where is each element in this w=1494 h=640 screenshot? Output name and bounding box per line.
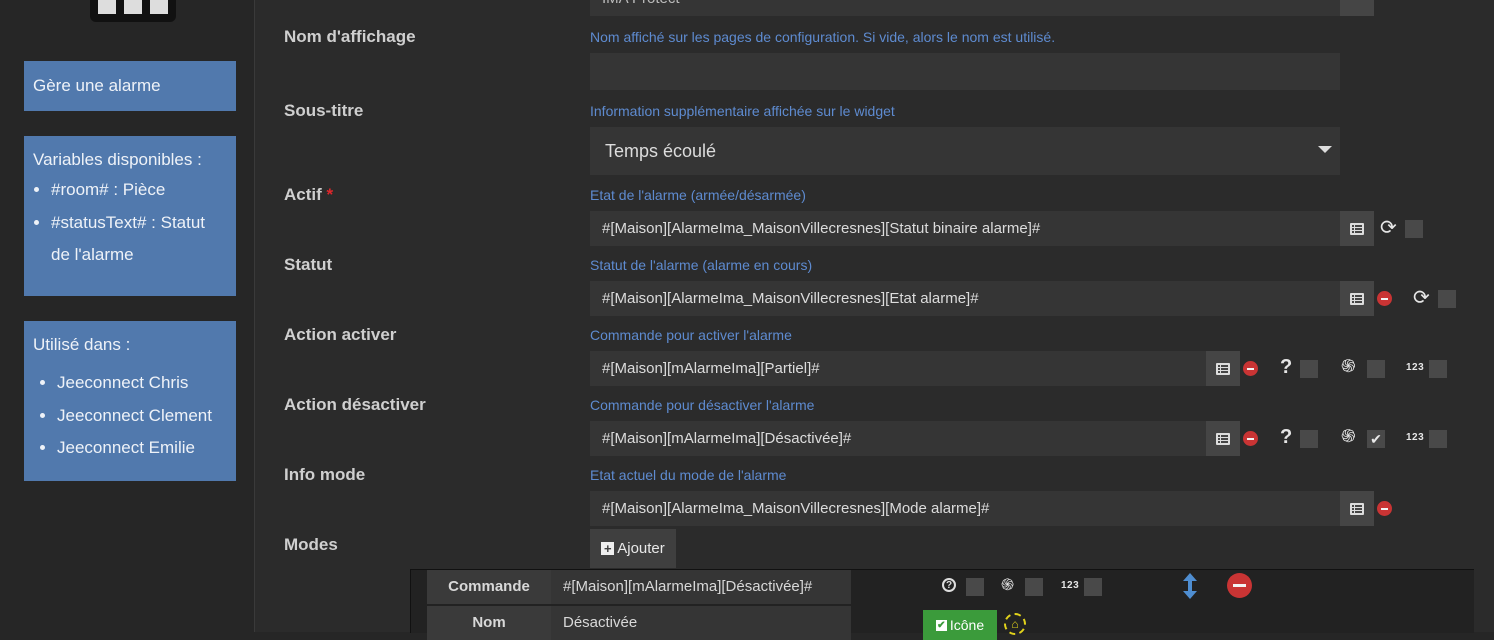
list-icon xyxy=(1350,292,1364,305)
fingerprint-icon: ֍ xyxy=(1341,426,1356,446)
variables-box: Variables disponibles : #room# : Pièce #… xyxy=(24,136,236,296)
action-on-confirm-checkbox[interactable] xyxy=(1300,360,1318,378)
active-label: Actif * xyxy=(284,185,333,205)
info-mode-label: Info mode xyxy=(284,465,366,484)
question-circle-icon: ? xyxy=(942,578,956,592)
mode-name-input[interactable]: Désactivée xyxy=(551,606,851,640)
code-123-icon: 123 xyxy=(1061,580,1080,591)
mode-icon-button-label: Icône xyxy=(949,617,985,633)
status-label: Statut xyxy=(284,255,333,274)
action-off-help: Commande pour désactiver l'alarme xyxy=(590,397,815,413)
check-square-icon: ✔ xyxy=(935,619,947,631)
add-mode-button[interactable]: + Ajouter xyxy=(590,529,676,568)
modes-label: Modes xyxy=(284,535,338,554)
variables-list: #room# : Pièce #statusText# : Statut de … xyxy=(33,174,227,272)
active-command-input[interactable]: #[Maison][AlarmeIma_MaisonVillecresnes][… xyxy=(590,211,1340,246)
name-field[interactable]: IMA Protect xyxy=(590,0,1340,16)
used-in-link[interactable]: Jeeconnect Clement xyxy=(57,400,227,433)
list-icon xyxy=(1216,362,1230,375)
action-on-help: Commande pour activer l'alarme xyxy=(590,327,792,343)
action-on-fingerprint-checkbox[interactable] xyxy=(1367,360,1385,378)
action-off-remove-icon[interactable] xyxy=(1243,431,1258,446)
plus-icon: + xyxy=(601,542,615,555)
code-123-icon: 123 xyxy=(1406,432,1425,443)
description-box: Gère une alarme xyxy=(24,61,236,111)
action-off-confirm-checkbox[interactable] xyxy=(1300,430,1318,448)
action-off-command-input[interactable]: #[Maison][mAlarmeIma][Désactivée]# xyxy=(590,421,1206,456)
display-name-input[interactable] xyxy=(590,53,1340,90)
mode-row: Commande #[Maison][mAlarmeIma][Désactivé… xyxy=(410,569,1474,640)
mode-command-label: Commande xyxy=(427,570,551,604)
status-invert-checkbox[interactable] xyxy=(1438,290,1456,308)
main-panel xyxy=(255,0,1494,632)
subtitle-label: Sous-titre xyxy=(284,101,364,120)
mode-remove-icon[interactable] xyxy=(1227,573,1252,598)
active-label-text: Actif xyxy=(284,185,322,204)
action-on-command-input[interactable]: #[Maison][mAlarmeIma][Partiel]# xyxy=(590,351,1206,386)
info-mode-select-command-button[interactable] xyxy=(1340,491,1374,526)
add-mode-label: Ajouter xyxy=(617,540,665,557)
mode-code-checkbox[interactable] xyxy=(1084,578,1102,596)
info-mode-help: Etat actuel du mode de l'alarme xyxy=(590,467,787,483)
action-on-remove-icon[interactable] xyxy=(1243,361,1258,376)
required-mark: * xyxy=(326,185,334,204)
action-off-code-checkbox[interactable] xyxy=(1429,430,1447,448)
chevron-down-icon[interactable] xyxy=(1318,146,1332,153)
used-in-link[interactable]: Jeeconnect Chris xyxy=(57,367,227,400)
action-off-select-command-button[interactable] xyxy=(1206,421,1240,456)
mode-name-label: Nom xyxy=(427,606,551,640)
fingerprint-icon: ֍ xyxy=(1341,356,1356,376)
action-on-label: Action activer xyxy=(284,325,397,344)
subtitle-help: Information supplémentaire affichée sur … xyxy=(590,103,895,119)
refresh-icon[interactable]: ⟳ xyxy=(1380,218,1397,238)
variables-title: Variables disponibles : xyxy=(33,150,202,169)
code-123-icon: 123 xyxy=(1406,362,1425,373)
used-in-title: Utilisé dans : xyxy=(33,335,131,354)
active-select-command-button[interactable] xyxy=(1340,211,1374,246)
variable-item: #room# : Pièce xyxy=(51,174,227,207)
info-mode-remove-icon[interactable] xyxy=(1377,501,1392,516)
mode-icon-button[interactable]: ✔ Icône xyxy=(923,610,997,640)
action-off-fingerprint-checkbox[interactable]: ✔ xyxy=(1367,430,1385,448)
drag-handle-icon[interactable] xyxy=(1183,573,1197,599)
description-text: Gère une alarme xyxy=(33,76,161,95)
used-in-box: Utilisé dans : Jeeconnect Chris Jeeconne… xyxy=(24,321,236,481)
display-name-help: Nom affiché sur les pages de configurati… xyxy=(590,29,1056,45)
mode-confirm-checkbox[interactable] xyxy=(966,578,984,596)
list-icon xyxy=(1350,502,1364,515)
status-command-input[interactable]: #[Maison][AlarmeIma_MaisonVillecresnes][… xyxy=(590,281,1340,316)
info-mode-command-input[interactable]: #[Maison][AlarmeIma_MaisonVillecresnes][… xyxy=(590,491,1340,526)
used-in-link[interactable]: Jeeconnect Emilie xyxy=(57,432,227,465)
question-icon: ? xyxy=(1280,356,1293,378)
active-help: Etat de l'alarme (armée/désarmée) xyxy=(590,187,806,203)
status-remove-icon[interactable] xyxy=(1377,291,1392,306)
action-off-label: Action désactiver xyxy=(284,395,426,414)
active-invert-checkbox[interactable] xyxy=(1405,220,1423,238)
status-help: Statut de l'alarme (alarme en cours) xyxy=(590,257,813,273)
name-addon-button[interactable] xyxy=(1340,0,1374,16)
status-select-command-button[interactable] xyxy=(1340,281,1374,316)
subtitle-select[interactable]: Temps écoulé xyxy=(590,127,1340,175)
used-in-list: Jeeconnect Chris Jeeconnect Clement Jeec… xyxy=(33,367,227,465)
variable-item: #statusText# : Statut de l'alarme xyxy=(51,207,227,272)
mode-fingerprint-checkbox[interactable] xyxy=(1025,578,1043,596)
refresh-icon[interactable]: ⟳ xyxy=(1413,288,1430,308)
fingerprint-icon: ֍ xyxy=(1001,577,1015,594)
mode-command-input[interactable]: #[Maison][mAlarmeIma][Désactivée]# xyxy=(551,570,851,604)
action-on-code-checkbox[interactable] xyxy=(1429,360,1447,378)
list-icon xyxy=(1216,432,1230,445)
list-icon xyxy=(1350,222,1364,235)
display-name-label: Nom d'affichage xyxy=(284,27,416,46)
question-icon: ? xyxy=(1280,426,1293,448)
sidebar: Gère une alarme Variables disponibles : … xyxy=(0,0,255,632)
subtitle-selected-value: Temps écoulé xyxy=(605,141,717,161)
action-on-select-command-button[interactable] xyxy=(1206,351,1240,386)
plugin-logo xyxy=(90,0,176,22)
